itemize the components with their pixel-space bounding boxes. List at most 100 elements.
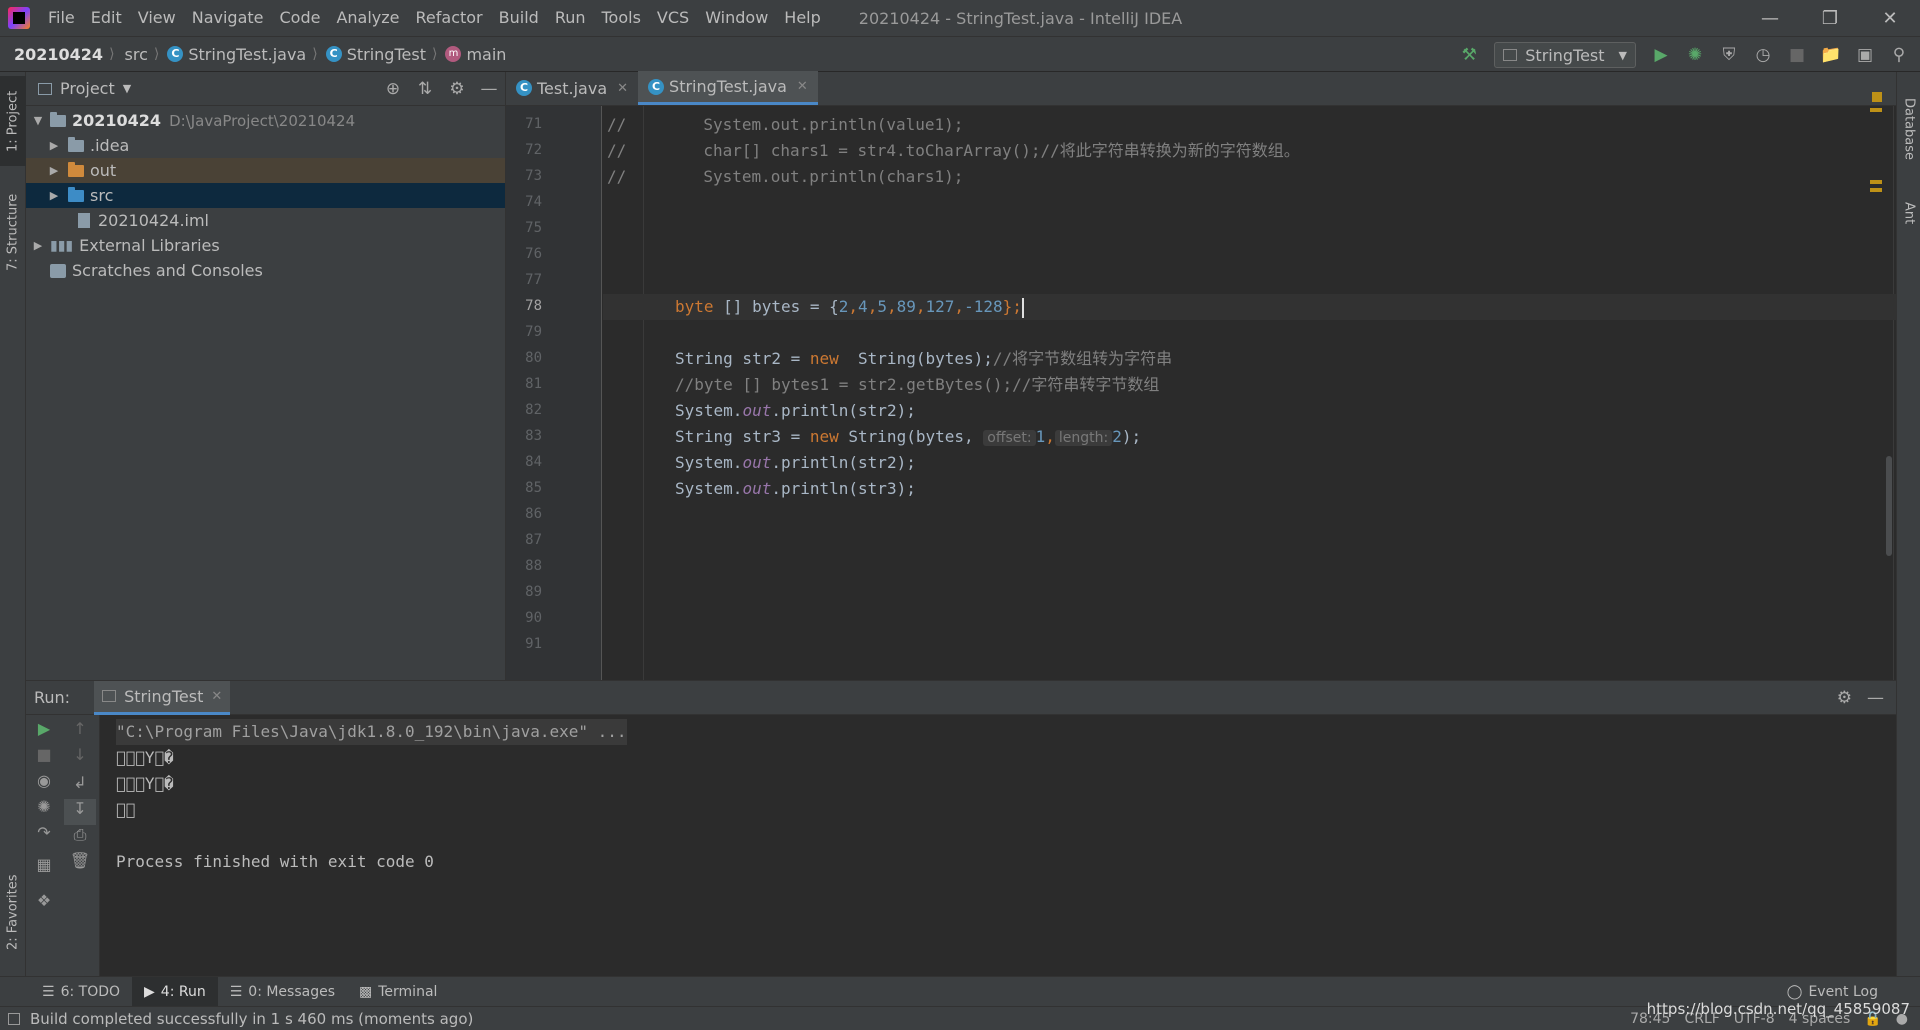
gear-icon[interactable]: ⚙ <box>441 79 473 99</box>
tree-row-idea[interactable]: ▶ .idea <box>26 133 505 158</box>
debug-icon[interactable]: ✺ <box>1680 40 1710 70</box>
restore-layout-icon[interactable]: ↷ <box>28 823 60 849</box>
breadcrumb-src[interactable]: src <box>125 45 148 64</box>
code-line[interactable]: //byte [] bytes1 = str2.getBytes();//字符串… <box>675 372 1159 398</box>
editor-scrollbar[interactable] <box>1886 456 1892 556</box>
menu-item-navigate[interactable]: Navigate <box>184 0 272 36</box>
camera-icon[interactable]: ◉ <box>28 771 60 797</box>
line-number-gutter[interactable]: 71 72 73 74 75 76 77 78 79 80 81 82 83 84 85 86 87 88 89 90… <box>506 106 602 680</box>
code-editor[interactable]: // System.out.println(value1);// char[] … <box>603 106 1896 680</box>
search-icon[interactable]: ⚲ <box>1884 40 1914 70</box>
debug-icon[interactable]: ✺ <box>28 797 60 823</box>
breadcrumb-project[interactable]: 20210424 <box>14 45 103 64</box>
tree-row-scratches[interactable]: Scratches and Consoles <box>26 258 505 283</box>
restore-icon[interactable]: ❐ <box>1800 0 1860 36</box>
favorites-tool-tab[interactable]: 2: Favorites <box>0 862 26 962</box>
menu-item-refactor[interactable]: Refactor <box>408 0 491 36</box>
code-line[interactable]: String str3 = new String(bytes, offset: 1… <box>675 424 1141 450</box>
run-tab-stringtest[interactable]: StringTest ✕ <box>94 680 231 715</box>
code-line[interactable]: // char[] chars1 = str4.toCharArray();//… <box>607 138 1300 164</box>
breadcrumb-class[interactable]: C StringTest <box>325 45 426 64</box>
error-stripe-marker[interactable] <box>1870 180 1882 184</box>
minimize-icon[interactable]: — <box>1740 0 1800 36</box>
error-stripe-marker[interactable] <box>1870 188 1882 192</box>
chevron-right-icon[interactable]: ▶ <box>46 189 62 202</box>
menu-item-analyze[interactable]: Analyze <box>328 0 407 36</box>
presentation-icon[interactable]: ▣ <box>1850 40 1880 70</box>
tab-stringtest-java[interactable]: C StringTest.java ✕ <box>638 71 818 105</box>
close-icon[interactable]: ✕ <box>617 81 628 96</box>
project-structure-icon[interactable]: 📁 <box>1816 40 1846 70</box>
run-config-select[interactable]: StringTest ▼ <box>1494 42 1636 68</box>
code-line[interactable]: // System.out.println(chars1); <box>607 164 963 190</box>
error-stripe-marker[interactable] <box>1870 108 1882 112</box>
arrow-down-icon[interactable]: ↓ <box>64 745 96 771</box>
structure-tool-tab[interactable]: 7: Structure <box>0 182 26 282</box>
menu-item-tools[interactable]: Tools <box>594 0 649 36</box>
soft-wrap-icon[interactable]: ↲ <box>64 773 96 799</box>
menu-item-help[interactable]: Help <box>776 0 828 36</box>
locate-icon[interactable]: ⊕ <box>377 79 409 99</box>
profile-icon[interactable]: ◷ <box>1748 40 1778 70</box>
project-panel-title[interactable]: Project <box>60 79 115 98</box>
tree-row-src[interactable]: ▶ src <box>26 183 505 208</box>
code-line[interactable]: System.out.println(str2); <box>675 398 916 424</box>
code-line[interactable]: System.out.println(str2); <box>675 450 916 476</box>
breadcrumb-method[interactable]: m main <box>445 45 506 64</box>
ant-tool-tab[interactable]: Ant <box>1897 188 1920 238</box>
gear-icon[interactable]: ⚙ <box>1837 688 1852 708</box>
run-icon[interactable]: ▶ <box>1646 40 1676 70</box>
menu-item-edit[interactable]: Edit <box>83 0 130 36</box>
chevron-right-icon[interactable]: ▶ <box>46 164 62 177</box>
code-line[interactable]: String str2 = new String(bytes);//将字节数组转… <box>675 346 1172 372</box>
tree-row-external[interactable]: ▶ ▮▮▮ External Libraries <box>26 233 505 258</box>
breadcrumb-file[interactable]: C StringTest.java <box>167 45 306 64</box>
tab-test-java[interactable]: C Test.java ✕ <box>506 71 638 105</box>
layout-icon[interactable]: ▦ <box>28 855 60 881</box>
code-line[interactable]: // System.out.println(value1); <box>607 112 963 138</box>
menu-item-vcs[interactable]: VCS <box>649 0 697 36</box>
menu-item-build[interactable]: Build <box>491 0 547 36</box>
rerun-icon[interactable]: ▶ <box>28 719 60 745</box>
close-icon[interactable]: ✕ <box>211 689 222 704</box>
arrow-up-icon[interactable]: ↑ <box>64 719 96 745</box>
warning-icon[interactable] <box>1872 92 1882 102</box>
chevron-down-icon[interactable]: ▼ <box>123 82 131 95</box>
run-tool-tab[interactable]: ▶ 4: Run <box>132 976 218 1007</box>
tool-windows-icon[interactable] <box>8 1012 20 1025</box>
close-icon[interactable]: ✕ <box>797 79 808 94</box>
scroll-to-end-icon[interactable]: ↧ <box>64 799 96 825</box>
chevron-right-icon[interactable]: ▶ <box>46 139 62 152</box>
chevron-down-icon[interactable]: ▼ <box>30 114 46 127</box>
tree-row-out[interactable]: ▶ out <box>26 158 505 183</box>
todo-tool-tab[interactable]: ☰ 6: TODO <box>30 977 132 1007</box>
hide-icon[interactable]: — <box>473 79 505 99</box>
console-output[interactable]: "C:\Program Files\Java\jdk1.8.0_192\bin\… <box>108 715 1896 977</box>
stop-icon[interactable]: ■ <box>1782 40 1812 70</box>
menu-item-window[interactable]: Window <box>697 0 776 36</box>
collapse-all-icon[interactable]: ⇅ <box>409 79 441 99</box>
print-icon[interactable]: ⎙ <box>64 825 96 851</box>
menu-item-code[interactable]: Code <box>272 0 329 36</box>
pin-icon[interactable]: ❖ <box>28 891 60 917</box>
build-hammer-icon[interactable]: ⚒ <box>1454 40 1484 70</box>
close-icon[interactable]: ✕ <box>1860 0 1920 36</box>
tree-row-iml[interactable]: 20210424.iml <box>26 208 505 233</box>
hide-icon[interactable]: — <box>1867 688 1884 708</box>
database-tool-tab[interactable]: Database <box>1897 84 1920 174</box>
chevron-right-icon[interactable]: ▶ <box>30 239 46 252</box>
code-line[interactable]: System.out.println(str3); <box>675 476 916 502</box>
messages-tool-tab[interactable]: ☰ 0: Messages <box>218 977 347 1007</box>
menu-item-file[interactable]: File <box>40 0 83 36</box>
menu-item-view[interactable]: View <box>130 0 184 36</box>
menu-item-run[interactable]: Run <box>547 0 594 36</box>
stop-icon[interactable]: ■ <box>28 745 60 771</box>
line-number: 88 <box>525 558 542 574</box>
status-message[interactable]: Build completed successfully in 1 s 460 … <box>30 1010 473 1028</box>
trash-icon[interactable]: 🗑 <box>64 851 96 877</box>
code-line[interactable]: byte [] bytes = {2,4,5,89,127,-128}; <box>675 294 1024 320</box>
terminal-tool-tab[interactable]: ▩ Terminal <box>347 977 449 1007</box>
tree-row-root[interactable]: ▼ 20210424 D:\JavaProject\20210424 <box>26 108 505 133</box>
project-tool-tab[interactable]: 1: Project <box>0 76 26 166</box>
coverage-icon[interactable]: ⛨ <box>1714 40 1744 70</box>
